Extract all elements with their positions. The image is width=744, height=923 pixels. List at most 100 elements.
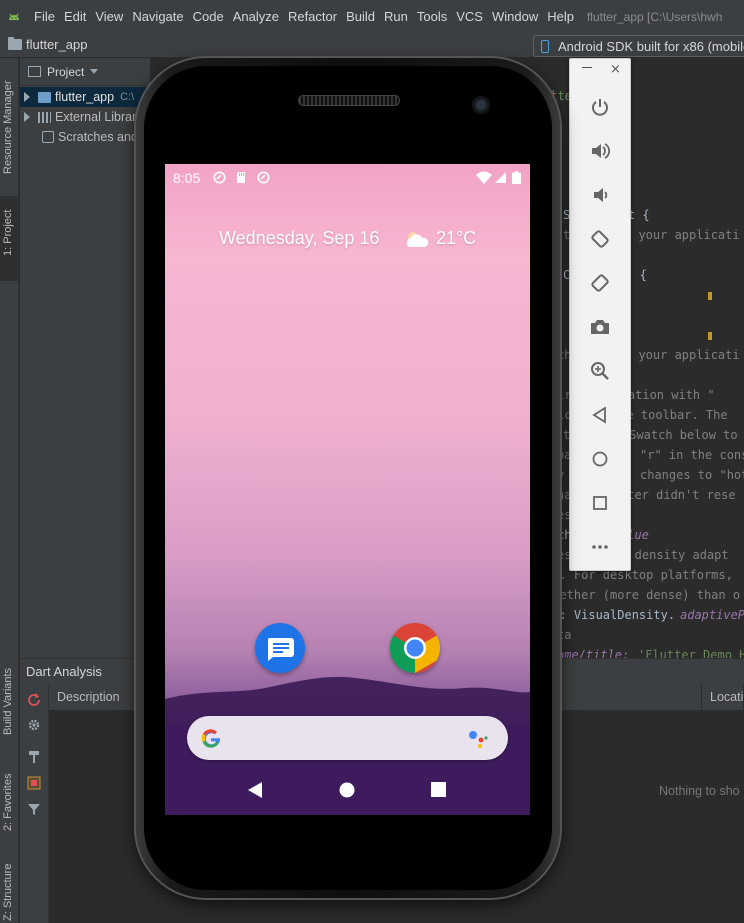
dart-analysis-toolbar — [20, 684, 49, 923]
close-icon[interactable]: × — [610, 62, 621, 77]
tree-item-path: C:\ — [120, 91, 135, 103]
menu-edit[interactable]: Edit — [64, 9, 86, 24]
power-icon — [592, 99, 608, 116]
emulator-toolbar: × — [569, 58, 631, 571]
menu-bar: File Edit View Navigate Code Analyze Ref… — [0, 0, 744, 33]
window-title: flutter_app [C:\Users\hwh — [586, 9, 723, 24]
device-selector[interactable]: Android SDK built for x86 (mobile — [533, 35, 744, 57]
pin-icon[interactable] — [27, 750, 41, 764]
left-tool-strip: Resource Manager 1: Project Build Varian… — [0, 58, 19, 923]
menu-view[interactable]: View — [95, 9, 123, 24]
expand-arrow-icon[interactable] — [24, 112, 30, 122]
google-assistant-icon[interactable] — [468, 728, 490, 750]
power-button[interactable] — [587, 94, 613, 120]
project-panel-title: Project — [47, 64, 85, 79]
emulator-screen[interactable]: 8:05 Wednesday, Sep 16 21°C — [165, 164, 530, 815]
project-view-icon — [28, 66, 41, 77]
gear-icon[interactable] — [27, 718, 41, 732]
tree-item-label: flutter_app — [55, 90, 115, 104]
column-header-location[interactable]: Locati — [702, 684, 744, 710]
phone-icon — [541, 39, 549, 53]
library-icon — [38, 111, 51, 123]
tree-item-scratches[interactable]: Scratches and — [20, 127, 150, 147]
home-button[interactable] — [587, 446, 613, 472]
tab-favorites-label: 2: Favorites — [2, 773, 14, 831]
project-panel: Project flutter_app C:\ External Librari… — [20, 58, 150, 658]
tab-project-label: 1: Project — [2, 209, 14, 256]
menu-vcs[interactable]: VCS — [456, 9, 483, 24]
menu-help[interactable]: Help — [547, 9, 574, 24]
nav-home-button[interactable] — [339, 782, 355, 798]
minimize-icon[interactable] — [582, 67, 592, 68]
status-time: 8:05 — [173, 170, 201, 186]
more-button[interactable] — [587, 534, 613, 560]
menu-refactor[interactable]: Refactor — [288, 9, 337, 24]
cellular-signal-icon — [495, 172, 506, 183]
filter-icon[interactable] — [27, 802, 41, 816]
menu-build[interactable]: Build — [346, 9, 375, 24]
message-bubble-icon — [267, 638, 294, 661]
breadcrumb-project[interactable]: flutter_app — [26, 37, 87, 52]
camera-icon — [591, 320, 609, 334]
android-studio-logo-icon — [9, 13, 19, 20]
volume-up-button[interactable] — [587, 138, 613, 164]
menu-navigate[interactable]: Navigate — [132, 9, 183, 24]
sd-card-icon — [237, 172, 245, 183]
project-panel-header[interactable]: Project — [20, 58, 150, 86]
tree-item-external-libraries[interactable]: External Librari — [20, 107, 150, 127]
refresh-icon[interactable] — [27, 692, 41, 706]
group-by-icon[interactable] — [27, 776, 41, 790]
breadcrumb[interactable]: flutter_app — [8, 37, 87, 52]
nav-overview-button[interactable] — [431, 782, 446, 797]
menu-run[interactable]: Run — [384, 9, 408, 24]
code-fragment: ty: VisualDensity. — [545, 608, 676, 622]
rotate-left-button[interactable] — [587, 226, 613, 252]
tree-item-label: Scratches and — [58, 130, 138, 144]
code-fragment: f your applicati — [624, 228, 740, 242]
menu-tools[interactable]: Tools — [417, 9, 447, 24]
tab-resource-manager[interactable]: Resource Manager — [0, 66, 19, 186]
rotate-right-button[interactable] — [587, 270, 613, 296]
nav-back-button[interactable] — [247, 781, 263, 799]
code-fragment: adaptiveP — [680, 608, 744, 622]
back-triangle-icon — [592, 406, 606, 424]
empty-state-text: Nothing to sho — [659, 784, 740, 798]
menu-file[interactable]: File — [34, 9, 55, 24]
menu-code[interactable]: Code — [193, 9, 224, 24]
tab-build-variants-label: Build Variants — [2, 667, 14, 735]
volume-down-button[interactable] — [587, 182, 613, 208]
screenshot-button[interactable] — [587, 314, 613, 340]
tab-build-variants[interactable]: Build Variants — [0, 653, 19, 745]
tab-favorites[interactable]: 2: Favorites — [0, 763, 19, 848]
volume-up-icon — [592, 143, 611, 159]
volume-down-icon — [594, 188, 608, 202]
battery-icon — [512, 171, 521, 184]
code-fragment: ogether (more dense) than o — [545, 588, 741, 602]
back-button[interactable] — [587, 402, 613, 428]
tab-project[interactable]: 1: Project — [0, 196, 19, 281]
code-fragment: ome/title: — [557, 648, 637, 658]
chrome-app-icon[interactable] — [389, 623, 441, 674]
code-fragment: 'Flutter Demo Ho — [638, 648, 744, 658]
expand-arrow-icon[interactable] — [24, 92, 30, 102]
code-fragment: changes to "hot — [640, 468, 744, 482]
sync-notification-icon — [257, 171, 270, 184]
tree-item-label: External Librari — [55, 110, 140, 124]
code-fragment: nter didn't rese — [620, 488, 736, 502]
google-search-bar[interactable] — [187, 716, 508, 760]
date-text[interactable]: Wednesday, Sep 16 — [219, 228, 379, 249]
chevron-down-icon[interactable] — [90, 69, 99, 74]
messages-app-icon[interactable] — [255, 623, 305, 673]
status-bar: 8:05 — [165, 164, 530, 192]
more-dots-icon — [592, 545, 608, 549]
tree-item-flutter-app[interactable]: flutter_app C:\ — [20, 87, 150, 107]
zoom-button[interactable] — [587, 358, 613, 384]
tab-structure[interactable]: Z: Structure — [0, 858, 19, 923]
overview-square-icon — [593, 496, 607, 510]
code-fragment: "r" in the cons — [640, 448, 744, 462]
overview-button[interactable] — [587, 490, 613, 516]
menu-window[interactable]: Window — [492, 9, 538, 24]
folder-icon — [8, 37, 22, 50]
zoom-in-icon — [591, 362, 609, 380]
menu-analyze[interactable]: Analyze — [233, 9, 279, 24]
